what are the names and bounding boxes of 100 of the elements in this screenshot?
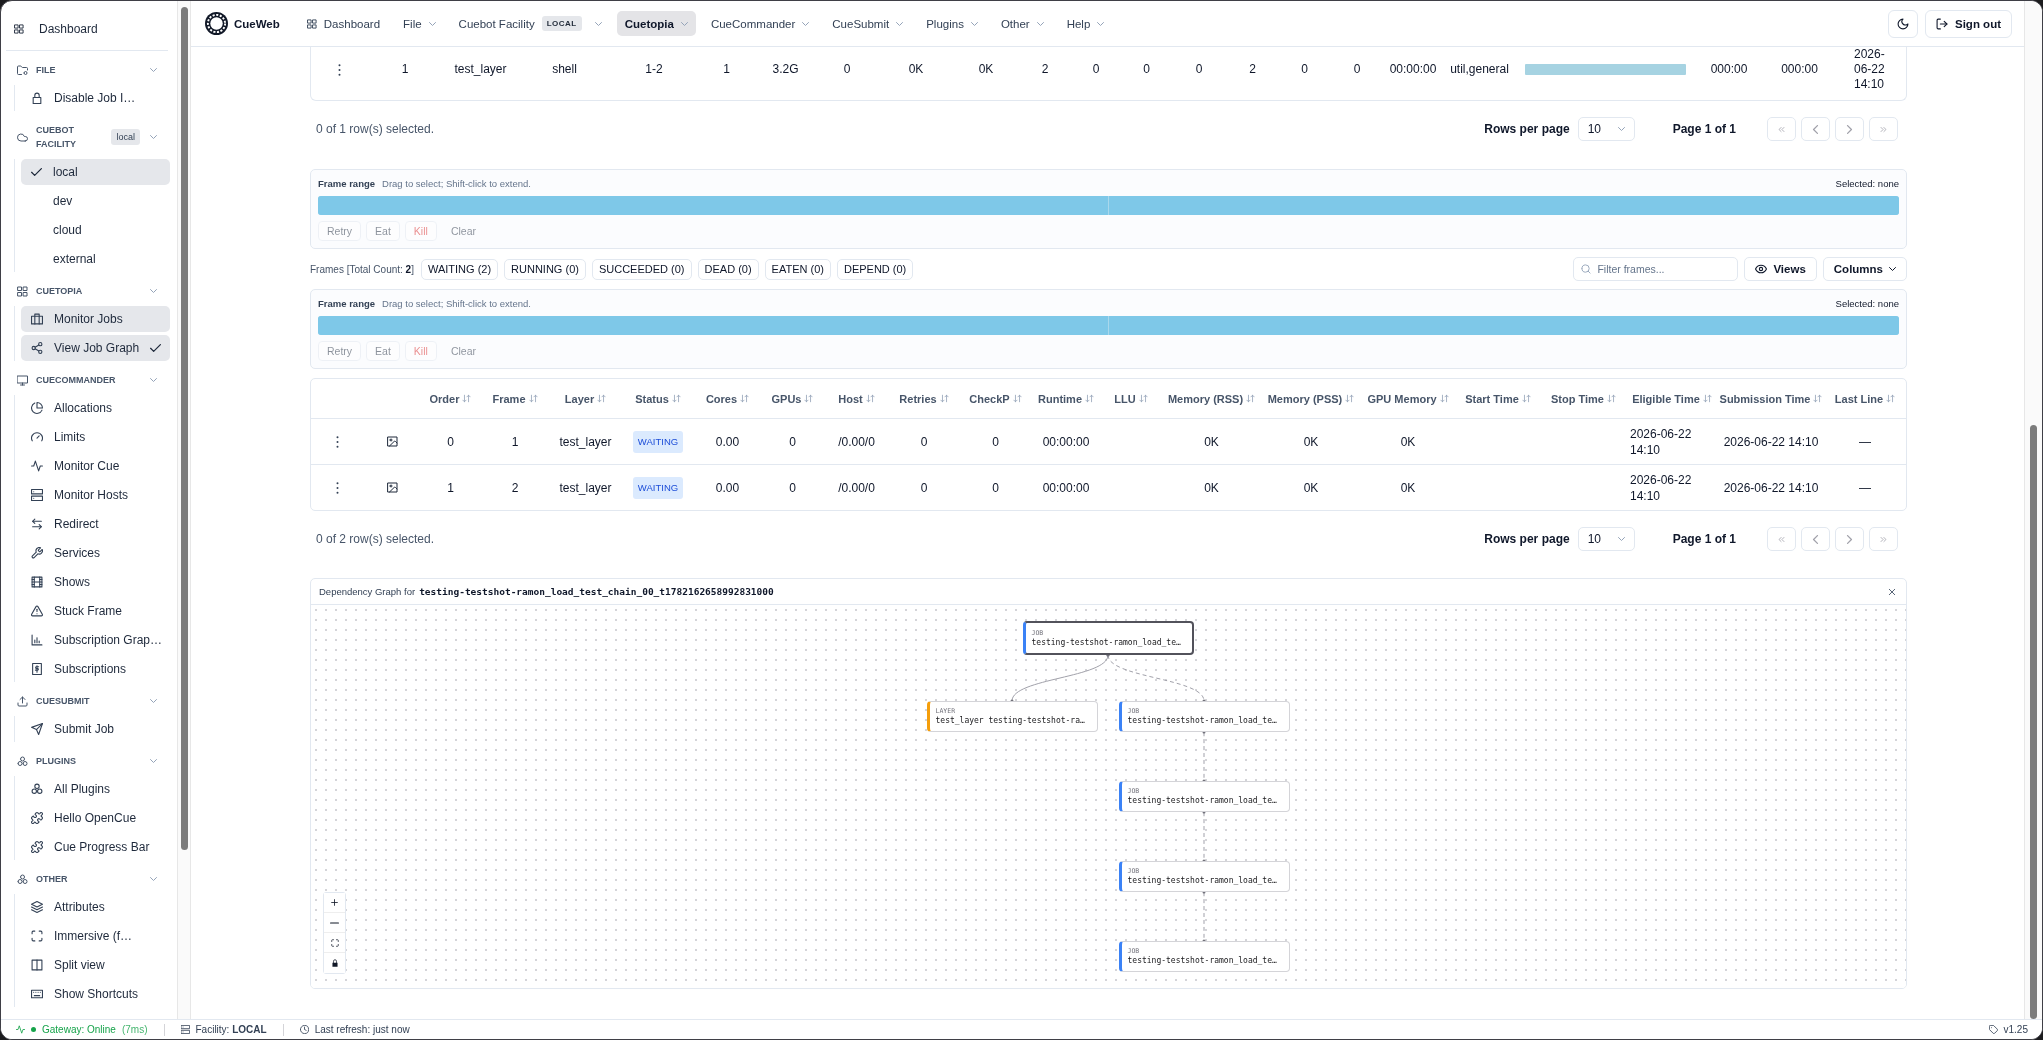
sort-icon <box>1345 394 1355 403</box>
sidebar-item[interactable]: Monitor Jobs <box>21 306 170 332</box>
views-button[interactable]: Views <box>1744 257 1817 281</box>
sidebar-item[interactable]: Immersive (f… <box>21 923 170 949</box>
sidebar-item[interactable]: Split view <box>21 952 170 978</box>
sidebar-item[interactable]: Shows <box>21 569 170 595</box>
sidebar-item[interactable]: dev <box>21 188 170 214</box>
nav-menu[interactable]: Cuebot Facility LOCAL <box>450 11 610 36</box>
sidebar-item[interactable]: Stuck Frame <box>21 598 170 624</box>
column-header[interactable]: Host <box>824 392 889 405</box>
nav-link[interactable]: Dashboard <box>298 11 389 36</box>
scrollbar-thumb[interactable] <box>180 7 188 850</box>
chevron-right-icon <box>1845 124 1854 134</box>
swap-arrows-icon <box>31 518 43 530</box>
sidebar-item[interactable]: Hello OpenCue <box>21 805 170 831</box>
filter-field[interactable]: Filter frames... <box>1573 257 1739 281</box>
column-header[interactable]: Eligible Time <box>1626 392 1718 405</box>
status-filter-chip[interactable]: DEAD (0) <box>697 258 759 280</box>
sign-out-button[interactable]: Sign out <box>1925 9 2012 38</box>
column-header[interactable]: Cores <box>694 392 761 405</box>
sidebar-item[interactable]: View Job Graph <box>21 335 170 361</box>
column-header[interactable]: Retries <box>889 392 959 405</box>
sidebar-item[interactable]: Submit Job <box>21 716 170 742</box>
scrollbar-thumb[interactable] <box>2030 425 2037 1019</box>
column-header[interactable]: CheckP <box>959 392 1032 405</box>
nav-menu[interactable]: Other <box>992 11 1052 36</box>
columns-button[interactable]: Columns <box>1822 257 1907 281</box>
image-button[interactable] <box>386 482 398 493</box>
column-header[interactable]: Runtime <box>1032 392 1100 405</box>
column-header[interactable]: Layer <box>549 392 622 405</box>
home-link[interactable]: CueWeb <box>205 12 280 35</box>
status-filter-chip[interactable]: WAITING (2) <box>420 258 499 280</box>
section-header[interactable]: CUETOPIA <box>6 278 170 304</box>
rows-per-page-select[interactable]: 10 <box>1577 527 1635 551</box>
column-header[interactable]: GPUs <box>761 392 824 405</box>
section-header[interactable]: OTHER <box>6 866 170 892</box>
column-header[interactable]: Memory (PSS) <box>1261 392 1361 405</box>
image-button[interactable] <box>386 436 398 447</box>
sidebar-item[interactable]: external <box>21 246 170 272</box>
zoom-in-button[interactable] <box>324 893 345 913</box>
column-header[interactable]: Status <box>622 392 694 405</box>
sidebar-item[interactable]: Cue Progress Bar <box>21 834 170 860</box>
table-cell-text: 0.00 <box>714 479 741 496</box>
row-menu-button[interactable] <box>336 481 339 494</box>
section-header[interactable]: PLUGINS <box>6 748 170 774</box>
status-filter-chip[interactable]: RUNNING (0) <box>504 258 586 280</box>
status-filter-chip[interactable]: DEPEND (0) <box>836 258 914 280</box>
theme-toggle-button[interactable] <box>1888 9 1918 38</box>
sidebar-item[interactable]: Monitor Hosts <box>21 482 170 508</box>
table-cell-text: 000:00 <box>1780 62 1819 77</box>
column-header[interactable]: Submission Time <box>1718 392 1824 405</box>
column-header[interactable]: Order <box>420 392 481 405</box>
section-header[interactable]: CUECOMMANDER <box>6 367 170 393</box>
sidebar-item[interactable]: All Plugins <box>21 776 170 802</box>
nav-menu[interactable]: Plugins <box>918 11 986 36</box>
nav-menu[interactable]: Cuetopia <box>616 11 696 36</box>
puzzle-icon <box>31 841 43 853</box>
row-menu-button[interactable] <box>337 63 341 76</box>
sidebar-item[interactable]: Monitor Cue <box>21 453 170 479</box>
table-cell-text: 2026-06-22 14:10 <box>1629 471 1693 504</box>
close-icon <box>1887 586 1897 597</box>
row-menu-button[interactable] <box>336 435 339 448</box>
column-header[interactable]: Start Time <box>1455 392 1541 405</box>
status-filter-chip[interactable]: SUCCEEDED (0) <box>591 258 692 280</box>
sidebar-item[interactable]: Allocations <box>21 395 170 421</box>
rows-per-page-select[interactable]: 10 <box>1577 117 1635 141</box>
frame-cell[interactable] <box>318 316 1108 335</box>
frame-range-track[interactable] <box>318 316 1899 335</box>
column-header[interactable]: Memory (RSS) <box>1162 392 1261 405</box>
section-header[interactable]: CUEBOT FACILITY local <box>6 117 170 157</box>
sidebar-item[interactable]: local <box>21 159 170 185</box>
nav-menu[interactable]: File <box>395 11 444 36</box>
sidebar-item[interactable]: Subscriptions <box>21 656 170 682</box>
column-header[interactable]: GPU Memory <box>1361 392 1455 405</box>
section-header[interactable]: FILE <box>6 57 170 83</box>
sidebar-item[interactable]: Services <box>21 540 170 566</box>
sidebar-item[interactable]: Limits <box>21 424 170 450</box>
frame-cell[interactable] <box>1109 196 1899 215</box>
column-header[interactable]: Frame <box>481 392 549 405</box>
sidebar-item[interactable]: cloud <box>21 217 170 243</box>
status-filter-chip[interactable]: EATEN (0) <box>764 258 831 280</box>
column-header[interactable]: Stop Time <box>1541 392 1626 405</box>
column-header[interactable]: Last Line <box>1824 392 1906 405</box>
sidebar-item[interactable]: Attributes <box>21 894 170 920</box>
nav-menu[interactable]: CueSubmit <box>824 11 912 36</box>
sidebar-item[interactable]: Redirect <box>21 511 170 537</box>
sidebar-item[interactable]: Subscription Grap… <box>21 627 170 653</box>
chevron-down-icon <box>1097 21 1105 26</box>
frame-cell[interactable] <box>318 196 1108 215</box>
column-header[interactable]: LLU <box>1100 392 1162 405</box>
nav-menu[interactable]: CueCommander <box>702 11 818 36</box>
check-icon <box>31 168 42 176</box>
nav-menu[interactable]: Help <box>1058 11 1113 36</box>
sidebar-item[interactable]: Disable Job I… <box>21 85 170 111</box>
frame-range-track[interactable] <box>318 196 1899 215</box>
close-button[interactable] <box>1887 586 1897 597</box>
dashboard-link[interactable]: Dashboard <box>6 16 170 42</box>
frame-cell[interactable] <box>1109 316 1899 335</box>
section-header[interactable]: CUESUBMIT <box>6 688 170 714</box>
sidebar-item[interactable]: Show Shortcuts <box>21 981 170 1007</box>
